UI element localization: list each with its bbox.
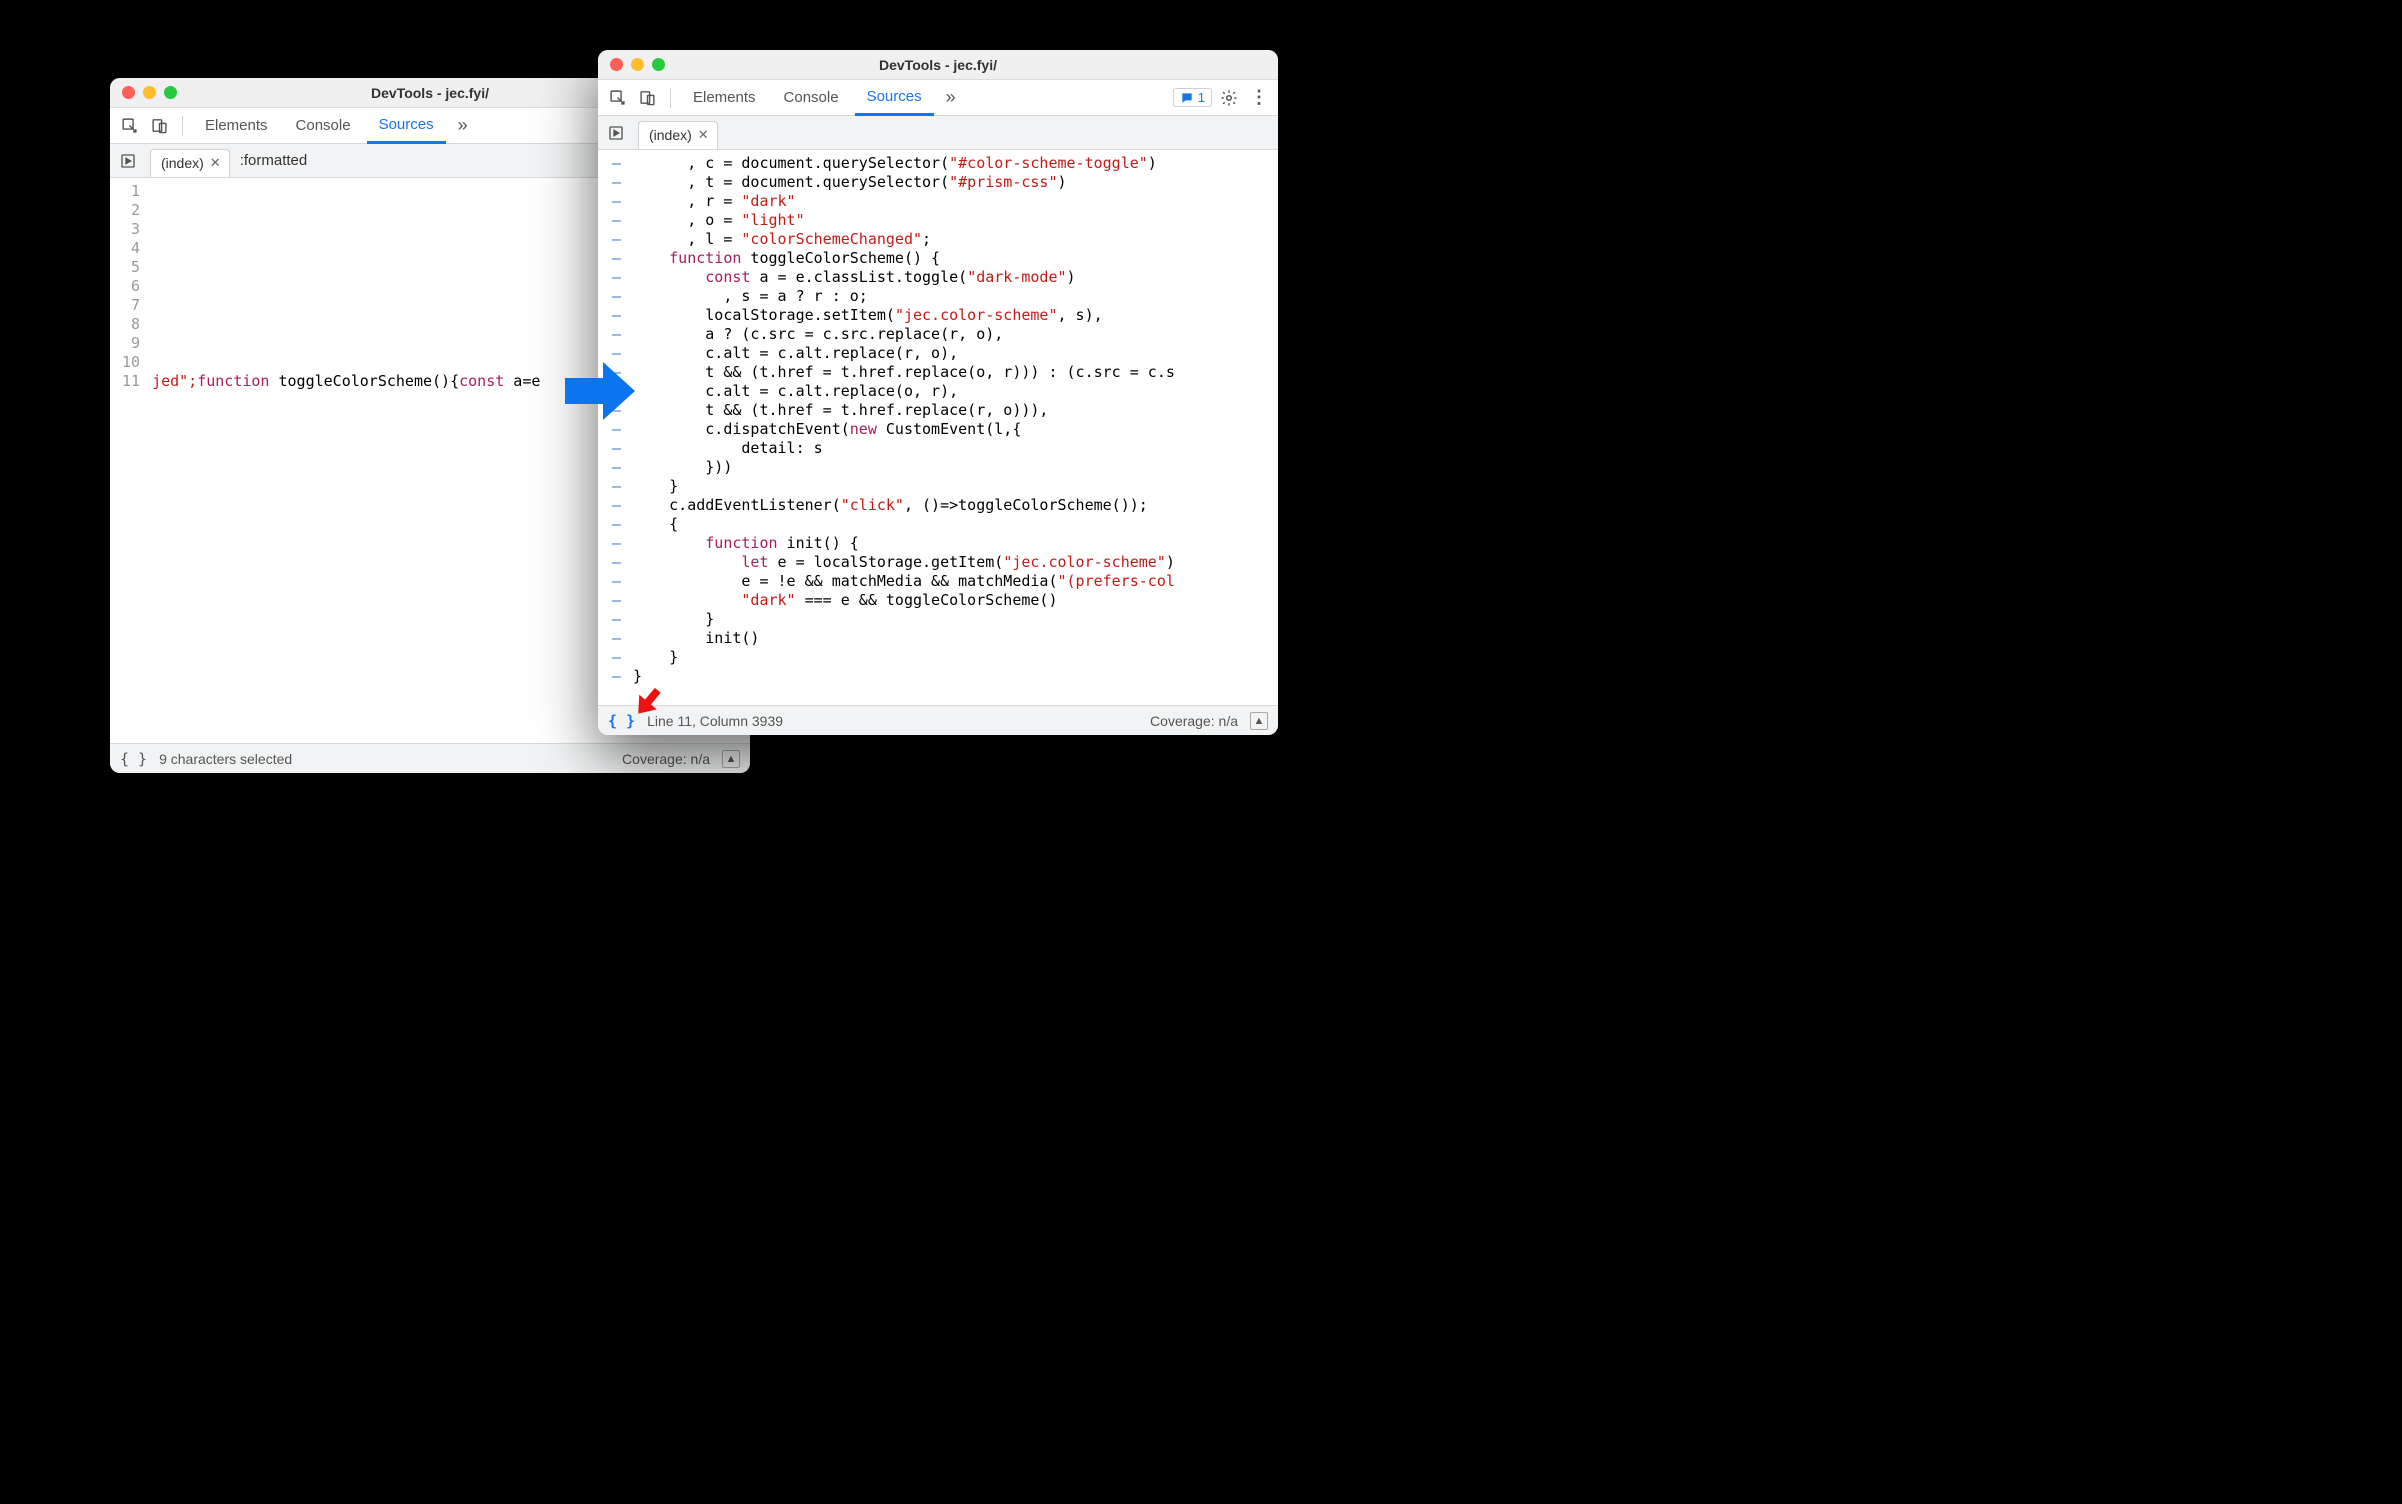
more-tabs-icon[interactable]: » <box>450 113 476 139</box>
device-icon[interactable] <box>146 113 172 139</box>
minimize-icon[interactable] <box>631 58 644 71</box>
blue-arrow-annotation <box>565 360 635 422</box>
expand-drawer-icon[interactable]: ▲ <box>722 750 740 768</box>
sources-subbar: (index) ✕ <box>598 116 1278 150</box>
coverage-status: Coverage: n/a <box>622 751 710 767</box>
toolbar-separator <box>182 116 183 136</box>
file-tab-label: (index) <box>161 155 204 171</box>
selection-status: 9 characters selected <box>159 751 292 767</box>
red-arrow-annotation <box>629 683 667 721</box>
toolbar-separator <box>670 88 671 108</box>
tab-console[interactable]: Console <box>284 108 363 143</box>
code-area[interactable]: , c = document.querySelector("#color-sch… <box>629 150 1278 705</box>
minimize-icon[interactable] <box>143 86 156 99</box>
cursor-position: Line 11, Column 3939 <box>647 713 783 729</box>
file-tab-index[interactable]: (index) ✕ <box>638 121 718 149</box>
more-tabs-icon[interactable]: » <box>938 85 964 111</box>
inspect-icon[interactable] <box>604 85 630 111</box>
tab-elements[interactable]: Elements <box>681 80 768 115</box>
expand-drawer-icon[interactable]: ▲ <box>1250 712 1268 730</box>
titlebar[interactable]: DevTools - jec.fyi/ <box>598 50 1278 80</box>
tab-elements[interactable]: Elements <box>193 108 280 143</box>
navigator-toggle-icon[interactable] <box>604 121 628 145</box>
gear-icon[interactable] <box>1216 85 1242 111</box>
close-tab-icon[interactable]: ✕ <box>698 127 709 143</box>
close-icon[interactable] <box>122 86 135 99</box>
issues-badge[interactable]: 1 <box>1173 88 1212 107</box>
tab-sources[interactable]: Sources <box>367 109 446 144</box>
issues-count: 1 <box>1198 90 1205 105</box>
editor-footer: { } Line 11, Column 3939 Coverage: n/a ▲ <box>598 705 1278 735</box>
devtools-window-after: DevTools - jec.fyi/ Elements Console Sou… <box>598 50 1278 735</box>
source-editor[interactable]: – – – – – – – – – – – – – – – – – – – – … <box>598 150 1278 705</box>
main-toolbar: Elements Console Sources » 1 ⋮ <box>598 80 1278 116</box>
formatted-indicator[interactable]: :formatted <box>240 152 308 169</box>
traffic-lights <box>110 86 177 99</box>
window-title: DevTools - jec.fyi/ <box>598 57 1278 73</box>
traffic-lights <box>598 58 665 71</box>
line-number-gutter: 1 2 3 4 5 6 7 8 9 10 11 <box>110 178 148 743</box>
device-icon[interactable] <box>634 85 660 111</box>
coverage-status: Coverage: n/a <box>1150 713 1238 729</box>
pretty-print-icon[interactable]: { } <box>120 750 147 768</box>
editor-footer: { } 9 characters selected Coverage: n/a … <box>110 743 750 773</box>
close-icon[interactable] <box>610 58 623 71</box>
tab-sources[interactable]: Sources <box>855 81 934 116</box>
zoom-icon[interactable] <box>164 86 177 99</box>
kebab-menu-icon[interactable]: ⋮ <box>1246 85 1272 111</box>
close-tab-icon[interactable]: ✕ <box>210 155 221 171</box>
zoom-icon[interactable] <box>652 58 665 71</box>
line-number-gutter: – – – – – – – – – – – – – – – – – – – – … <box>598 150 629 705</box>
file-tab-label: (index) <box>649 127 692 143</box>
inspect-icon[interactable] <box>116 113 142 139</box>
file-tab-index[interactable]: (index) ✕ <box>150 149 230 177</box>
navigator-toggle-icon[interactable] <box>116 149 140 173</box>
tab-console[interactable]: Console <box>772 80 851 115</box>
